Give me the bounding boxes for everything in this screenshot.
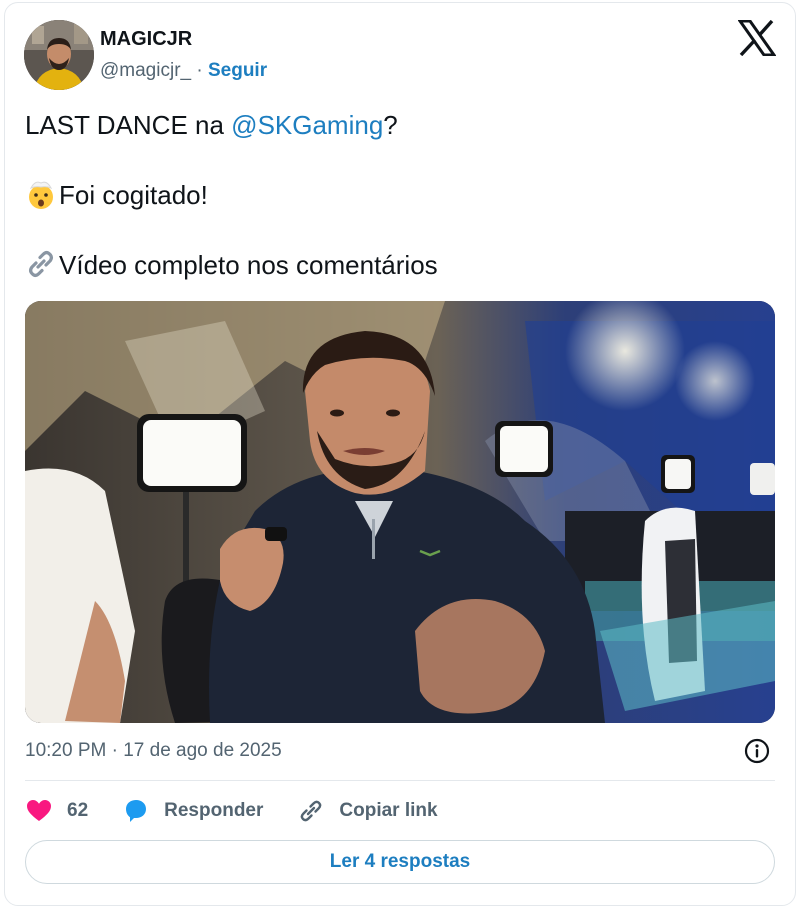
avatar[interactable] xyxy=(24,20,94,90)
link-icon xyxy=(25,248,57,280)
tweet-line-1-suffix: ? xyxy=(383,110,398,140)
like-count: 62 xyxy=(67,800,89,821)
copy-link-label: Copiar link xyxy=(339,800,438,821)
author-handle-line: @magicjr_ · Seguir xyxy=(100,60,267,82)
tweet-line-2: Foi cogitado! xyxy=(25,178,765,213)
follow-button[interactable]: Seguir xyxy=(208,60,267,81)
tweet-line-3: Vídeo completo nos comentários xyxy=(25,248,765,283)
exploding-head-icon xyxy=(25,178,57,210)
x-logo-icon[interactable] xyxy=(737,19,777,57)
tweet-line-3-text: Vídeo completo nos comentários xyxy=(59,250,438,280)
timestamp-link[interactable]: 10:20 PM · 17 de ago de 2025 xyxy=(25,740,282,762)
handle-separator: · xyxy=(191,60,208,81)
video-thumbnail[interactable] xyxy=(25,301,775,723)
action-bar: 62 Responder Copiar link xyxy=(25,794,472,828)
chain-link-icon xyxy=(297,797,325,825)
read-replies-button[interactable]: Ler 4 respostas xyxy=(25,840,775,884)
author-display-name[interactable]: MAGICJR xyxy=(100,28,192,51)
speech-bubble-icon xyxy=(122,797,150,825)
mention-link[interactable]: @SKGaming xyxy=(231,110,383,140)
reply-label: Responder xyxy=(164,800,264,821)
tweet-text: LAST DANCE na @SKGaming? Foi cogitado! V… xyxy=(25,108,765,318)
reply-button[interactable]: Responder xyxy=(122,797,263,825)
tweet-line-1: LAST DANCE na @SKGaming? xyxy=(25,108,765,143)
info-icon[interactable] xyxy=(744,738,770,764)
author-handle[interactable]: @magicjr_ xyxy=(100,60,191,81)
tweet-line-2-text: Foi cogitado! xyxy=(59,180,208,210)
heart-icon xyxy=(25,797,53,825)
like-button[interactable]: 62 xyxy=(25,797,88,825)
divider xyxy=(25,780,775,781)
tweet-line-1-prefix: LAST DANCE na xyxy=(25,110,232,140)
copy-link-button[interactable]: Copiar link xyxy=(297,797,438,825)
